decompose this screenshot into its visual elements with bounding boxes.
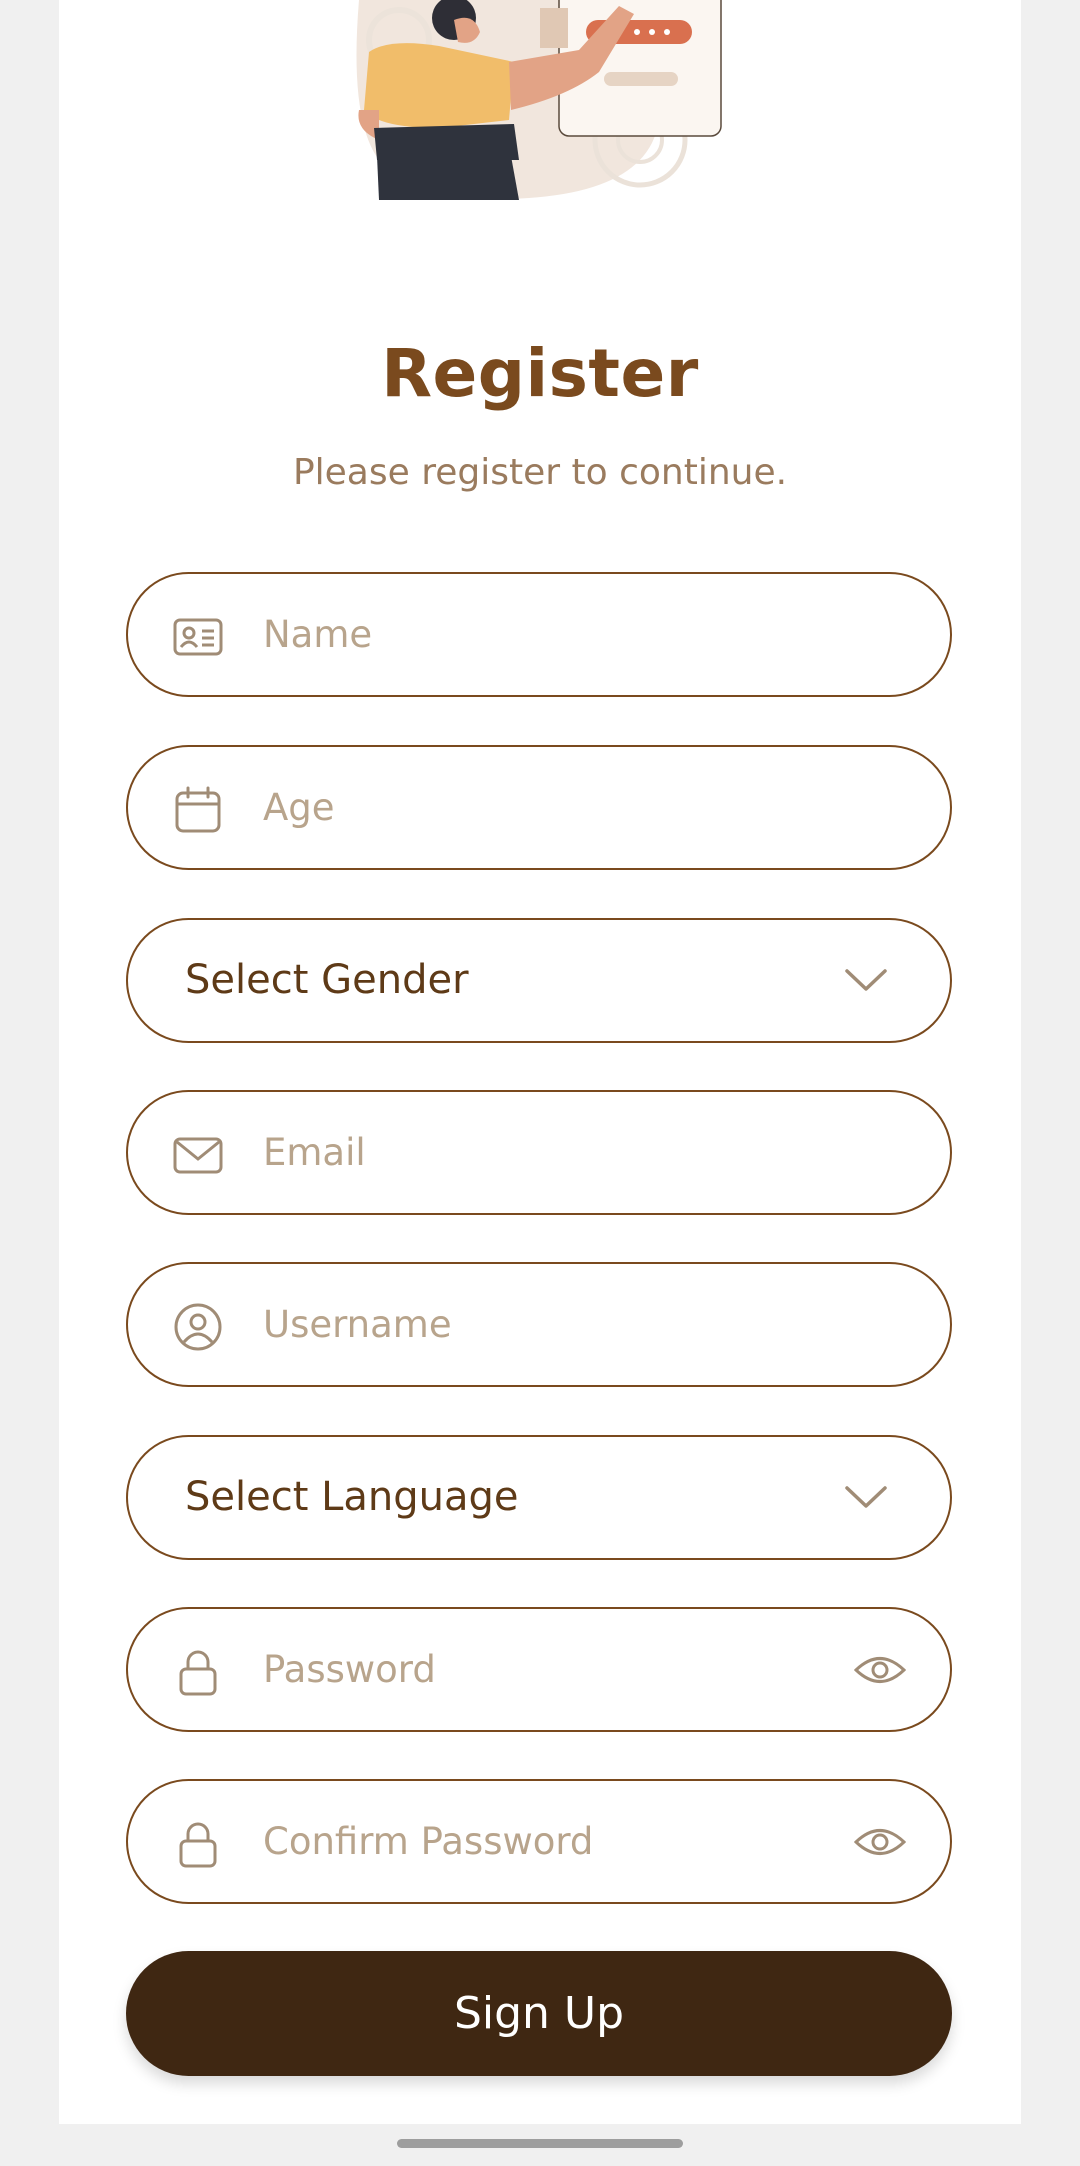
confirm-password-field[interactable]: Confirm Password: [126, 1779, 952, 1904]
envelope-icon: [173, 1137, 223, 1174]
confirm-password-placeholder: Confirm Password: [263, 1820, 594, 1863]
page-subtitle: Please register to continue.: [292, 452, 788, 493]
username-field[interactable]: Username: [126, 1262, 952, 1387]
chevron-down-icon: [845, 1486, 887, 1508]
email-field[interactable]: Email: [126, 1090, 952, 1215]
hero-illustration: [356, 0, 722, 200]
user-circle-icon: [174, 1303, 222, 1351]
password-placeholder: Password: [263, 1648, 436, 1691]
age-placeholder: Age: [263, 786, 335, 829]
home-indicator[interactable]: [397, 2139, 683, 2148]
language-select-label: Select Language: [185, 1474, 519, 1520]
eye-icon[interactable]: [854, 1647, 906, 1693]
register-card: Register Please register to continue. Na…: [59, 0, 1021, 2124]
password-field[interactable]: Password: [126, 1607, 952, 1732]
gender-select-label: Select Gender: [185, 957, 469, 1003]
name-field[interactable]: Name: [126, 572, 952, 697]
username-placeholder: Username: [263, 1303, 452, 1346]
lock-icon: [179, 1822, 217, 1868]
age-field[interactable]: Age: [126, 745, 952, 870]
lock-icon: [179, 1650, 217, 1696]
id-card-icon: [173, 618, 223, 656]
chevron-down-icon: [845, 969, 887, 991]
gender-select[interactable]: Select Gender: [126, 918, 952, 1043]
calendar-icon: [175, 786, 221, 833]
eye-icon[interactable]: [854, 1819, 906, 1865]
sign-up-button[interactable]: Sign Up: [126, 1951, 952, 2076]
language-select[interactable]: Select Language: [126, 1435, 952, 1560]
email-placeholder: Email: [263, 1131, 366, 1174]
page-title: Register: [381, 335, 699, 412]
name-placeholder: Name: [263, 613, 373, 656]
